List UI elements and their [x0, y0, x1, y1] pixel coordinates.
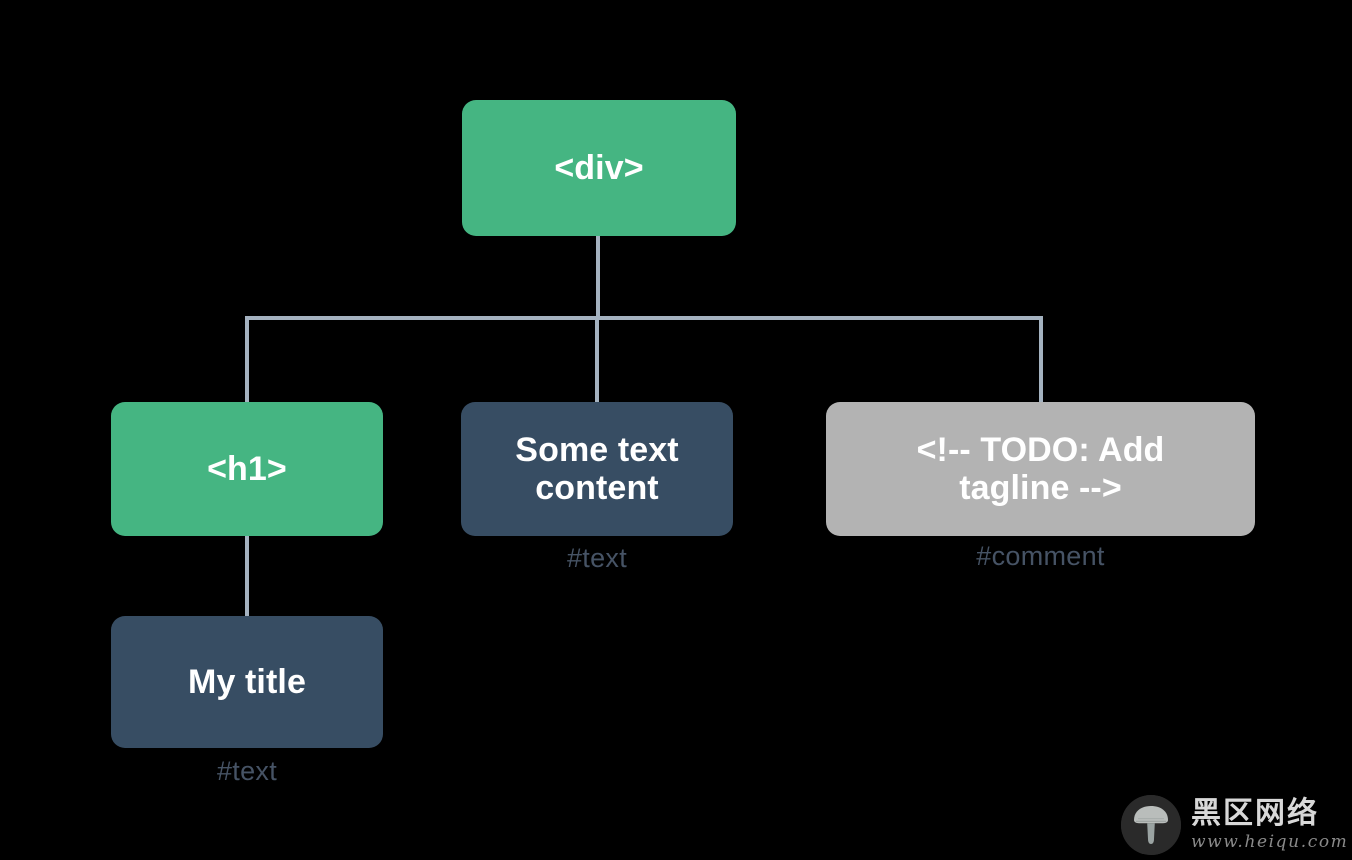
mushroom-icon [1121, 795, 1181, 855]
caption-my-title: #text [216, 756, 278, 786]
node-comment[interactable]: <!-- TODO: Add tagline --> [826, 402, 1255, 536]
watermark-wordmark: 黑区网络 www.heiqu.com [1191, 799, 1348, 851]
node-my-title[interactable]: My title [111, 616, 383, 748]
node-some-text-content-label: Some text content [515, 430, 679, 507]
node-comment-label: <!-- TODO: Add tagline --> [916, 430, 1165, 507]
node-some-text-content[interactable]: Some text content [461, 402, 733, 536]
node-div[interactable]: <div> [462, 100, 736, 236]
watermark: 黑区网络 www.heiqu.com [1121, 793, 1347, 857]
node-h1-label: <h1> [207, 449, 287, 488]
watermark-brand: 黑区网络 [1191, 796, 1319, 831]
node-my-title-label: My title [188, 662, 306, 701]
caption-some-text-content: #text [566, 543, 628, 573]
caption-comment: #comment [976, 541, 1105, 571]
node-h1[interactable]: <h1> [111, 402, 383, 536]
node-div-label: <div> [554, 148, 644, 187]
watermark-url: www.heiqu.com [1191, 832, 1349, 852]
diagram-canvas: <div> <h1> Some text content #text <!-- … [0, 0, 1352, 860]
